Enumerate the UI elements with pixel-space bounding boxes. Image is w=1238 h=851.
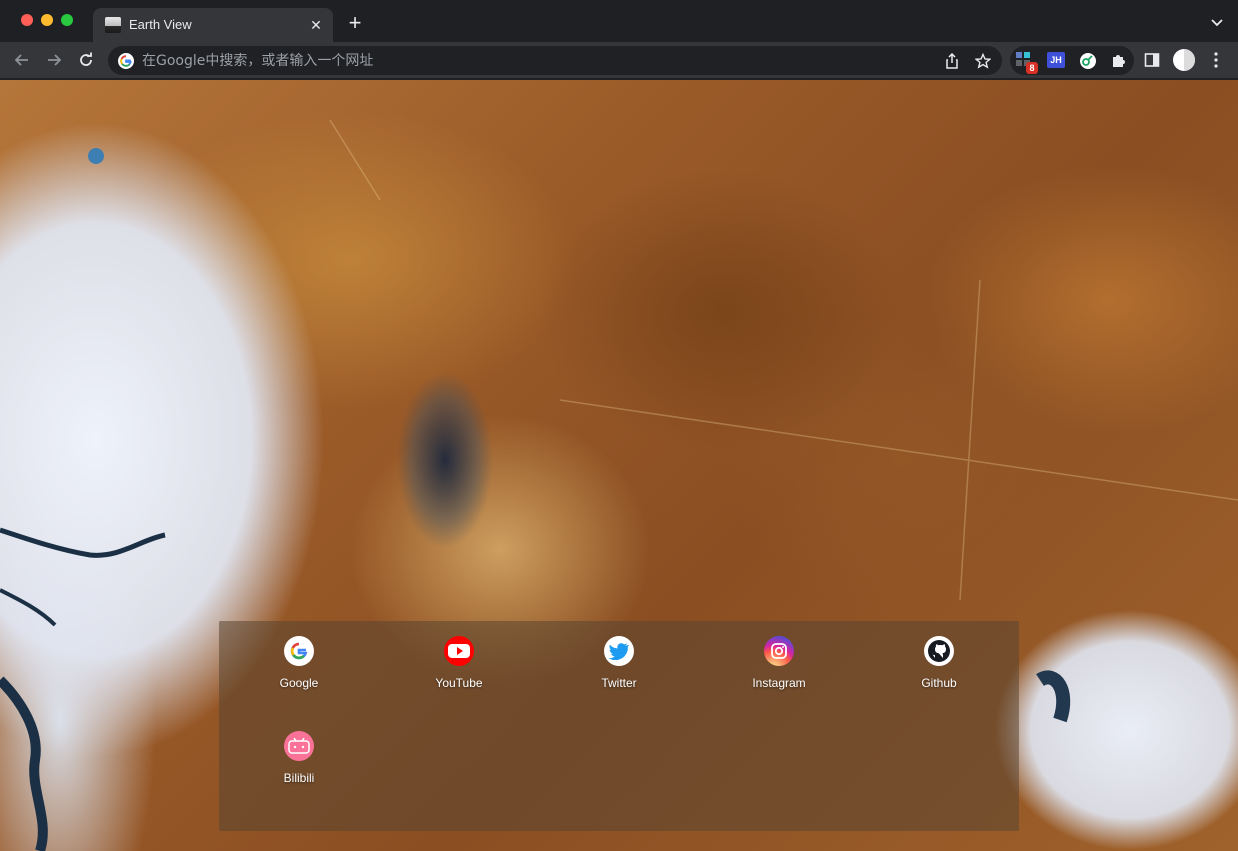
browser-toolbar: 在Google中搜索，或者输入一个网址 8 JH — [0, 42, 1238, 79]
bilibili-icon — [284, 731, 314, 761]
speed-dial-label: Instagram — [752, 676, 806, 690]
back-arrow-icon — [14, 54, 28, 66]
speed-dial-youtube[interactable]: YouTube — [379, 621, 539, 711]
avatar-icon — [1173, 49, 1195, 71]
twitter-icon — [604, 636, 634, 666]
speed-dial-label: Bilibili — [283, 771, 315, 785]
extension-badge: 8 — [1026, 62, 1038, 74]
browser-tab[interactable]: Earth View ✕ — [93, 8, 333, 42]
side-panel-icon — [1144, 53, 1160, 67]
github-icon — [924, 636, 954, 666]
speed-dial-label: YouTube — [435, 676, 483, 690]
reload-icon — [80, 52, 92, 66]
back-button[interactable] — [10, 48, 34, 72]
speed-dial-bilibili[interactable]: Bilibili — [219, 716, 379, 806]
share-icon[interactable] — [943, 52, 961, 70]
chrome-menu-button[interactable] — [1204, 48, 1228, 72]
earth-view-background: Google YouTube Twitter Instagram Github … — [0, 80, 1238, 851]
youtube-icon — [444, 636, 474, 666]
address-bar-placeholder: 在Google中搜索，或者输入一个网址 — [142, 53, 374, 69]
side-panel-button[interactable] — [1140, 48, 1164, 72]
speed-dial-instagram[interactable]: Instagram — [699, 621, 859, 711]
speed-dial-google[interactable]: Google — [219, 621, 379, 711]
bookmark-star-icon[interactable] — [974, 52, 992, 70]
window-maximize-button[interactable] — [61, 14, 73, 26]
google-g-icon — [118, 53, 134, 69]
profile-avatar[interactable] — [1172, 48, 1196, 72]
speed-dial-label: Twitter — [601, 676, 637, 690]
extensions-group: 8 JH — [1010, 46, 1134, 75]
window-minimize-button[interactable] — [41, 14, 53, 26]
address-bar[interactable]: 在Google中搜索，或者输入一个网址 — [108, 46, 1002, 75]
google-icon — [284, 636, 314, 666]
speed-dial-label: Google — [279, 676, 319, 690]
extension-grid-icon[interactable]: 8 — [1016, 52, 1038, 74]
speed-dial-github[interactable]: Github — [859, 621, 1019, 711]
earth-view-favicon-icon — [105, 17, 121, 33]
tab-strip: Earth View ✕ + — [0, 0, 1238, 42]
window-close-button[interactable] — [21, 14, 33, 26]
forward-arrow-icon — [48, 54, 62, 66]
tab-search-chevron-icon[interactable] — [1208, 13, 1226, 31]
speed-dial-twitter[interactable]: Twitter — [539, 621, 699, 711]
reload-button[interactable] — [74, 48, 98, 72]
instagram-icon — [764, 636, 794, 666]
kebab-menu-icon — [1214, 52, 1218, 68]
jh-extension-icon[interactable]: JH — [1047, 52, 1065, 68]
tab-title: Earth View — [129, 17, 192, 32]
puzzle-extensions-icon[interactable] — [1111, 52, 1129, 70]
forward-button[interactable] — [42, 48, 66, 72]
new-tab-button[interactable]: + — [343, 12, 367, 36]
tab-close-icon[interactable]: ✕ — [307, 16, 325, 34]
green-extension-icon[interactable] — [1079, 52, 1097, 70]
speed-dial-panel: Google YouTube Twitter Instagram Github … — [219, 621, 1019, 831]
speed-dial-label: Github — [921, 676, 957, 690]
